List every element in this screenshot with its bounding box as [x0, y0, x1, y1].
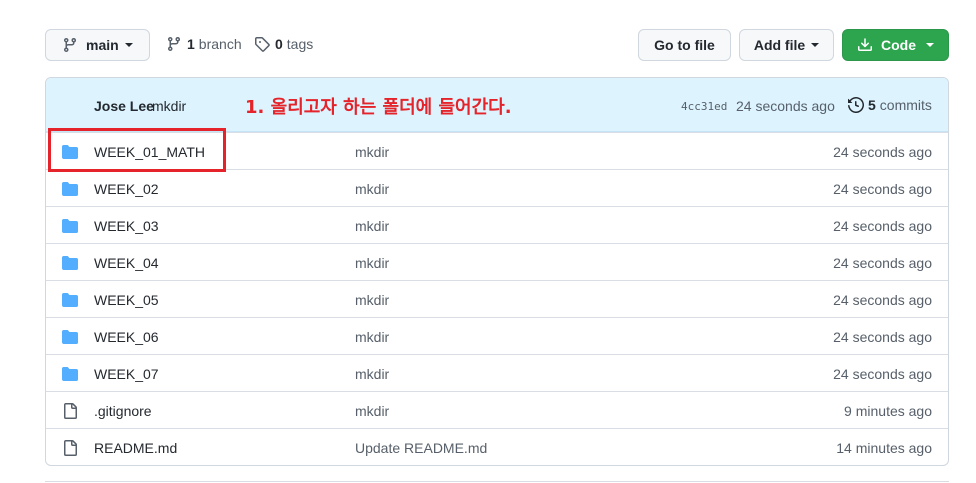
- branch-name: main: [86, 37, 119, 53]
- branch-count: 1: [187, 36, 195, 52]
- branch-word: branch: [198, 36, 242, 52]
- file-name[interactable]: WEEK_05: [94, 292, 159, 308]
- file-icon: [62, 440, 78, 459]
- folder-icon: [62, 366, 78, 385]
- code-button[interactable]: Code: [842, 29, 949, 61]
- branches-link[interactable]: 1 branch: [166, 36, 242, 52]
- file-row[interactable]: WEEK_07 mkdir 24 seconds ago: [46, 354, 948, 391]
- file-commit-age: 9 minutes ago: [844, 403, 932, 419]
- file-name[interactable]: WEEK_03: [94, 218, 159, 234]
- git-branch-icon: [167, 37, 180, 52]
- file-commit-message[interactable]: mkdir: [355, 366, 389, 382]
- file-commit-age: 24 seconds ago: [833, 329, 932, 345]
- folder-icon: [62, 292, 78, 311]
- file-commit-message[interactable]: mkdir: [355, 403, 389, 419]
- folder-icon: [62, 181, 78, 200]
- file-commit-message[interactable]: mkdir: [355, 255, 389, 271]
- file-commit-age: 24 seconds ago: [833, 366, 932, 382]
- commit-age[interactable]: 24 seconds ago: [736, 98, 835, 114]
- file-name[interactable]: WEEK_07: [94, 366, 159, 382]
- history-icon: [848, 97, 864, 113]
- file-commit-message[interactable]: mkdir: [355, 329, 389, 345]
- file-row[interactable]: WEEK_03 mkdir 24 seconds ago: [46, 206, 948, 243]
- file-commit-age: 24 seconds ago: [833, 255, 932, 271]
- file-row[interactable]: WEEK_02 mkdir 24 seconds ago: [46, 169, 948, 206]
- file-name[interactable]: README.md: [94, 440, 177, 456]
- file-commit-age: 24 seconds ago: [833, 292, 932, 308]
- git-branch-icon: [63, 38, 76, 53]
- file-commit-age: 24 seconds ago: [833, 181, 932, 197]
- tag-icon: [255, 37, 270, 52]
- file-commit-message[interactable]: mkdir: [355, 218, 389, 234]
- file-commit-message[interactable]: mkdir: [355, 292, 389, 308]
- go-to-file-label: Go to file: [654, 37, 715, 53]
- file-name[interactable]: WEEK_06: [94, 329, 159, 345]
- file-row[interactable]: WEEK_06 mkdir 24 seconds ago: [46, 317, 948, 354]
- commit-message[interactable]: mkdir: [152, 98, 186, 114]
- chevron-down-icon: [811, 43, 820, 47]
- file-row[interactable]: README.md Update README.md 14 minutes ago: [46, 428, 948, 465]
- branch-select-button[interactable]: main: [45, 29, 150, 61]
- go-to-file-button[interactable]: Go to file: [638, 29, 731, 61]
- file-commit-age: 24 seconds ago: [833, 144, 932, 160]
- commit-author[interactable]: Jose Lee: [94, 98, 154, 114]
- commits-word: commits: [879, 97, 932, 113]
- file-commit-age: 24 seconds ago: [833, 218, 932, 234]
- file-icon: [62, 403, 78, 422]
- file-name[interactable]: .gitignore: [94, 403, 152, 419]
- annotation-highlight-box: [48, 128, 226, 172]
- file-commit-message[interactable]: Update README.md: [355, 440, 487, 456]
- annotation-text: 1. 올리고자 하는 폴더에 들어간다.: [245, 97, 512, 118]
- file-name[interactable]: WEEK_04: [94, 255, 159, 271]
- file-row[interactable]: WEEK_05 mkdir 24 seconds ago: [46, 280, 948, 317]
- tags-link[interactable]: 0 tags: [254, 36, 313, 52]
- tag-word: tags: [286, 36, 314, 52]
- commits-link[interactable]: 5 commits: [848, 97, 932, 113]
- tag-count: 0: [275, 36, 283, 52]
- folder-icon: [62, 255, 78, 274]
- folder-icon: [62, 218, 78, 237]
- file-commit-message[interactable]: mkdir: [355, 144, 389, 160]
- chevron-down-icon: [124, 43, 133, 47]
- file-name[interactable]: WEEK_02: [94, 181, 159, 197]
- file-row[interactable]: .gitignore mkdir 9 minutes ago: [46, 391, 948, 428]
- download-icon: [858, 38, 872, 51]
- add-file-label: Add file: [753, 37, 806, 53]
- commit-count: 5: [868, 97, 876, 113]
- divider: [45, 481, 949, 482]
- commit-sha[interactable]: 4cc31ed: [681, 100, 727, 113]
- code-label: Code: [881, 37, 916, 53]
- file-commit-age: 14 minutes ago: [836, 440, 932, 456]
- chevron-down-icon: [926, 43, 934, 47]
- file-commit-message[interactable]: mkdir: [355, 181, 389, 197]
- folder-icon: [62, 329, 78, 348]
- add-file-button[interactable]: Add file: [739, 29, 834, 61]
- file-row[interactable]: WEEK_04 mkdir 24 seconds ago: [46, 243, 948, 280]
